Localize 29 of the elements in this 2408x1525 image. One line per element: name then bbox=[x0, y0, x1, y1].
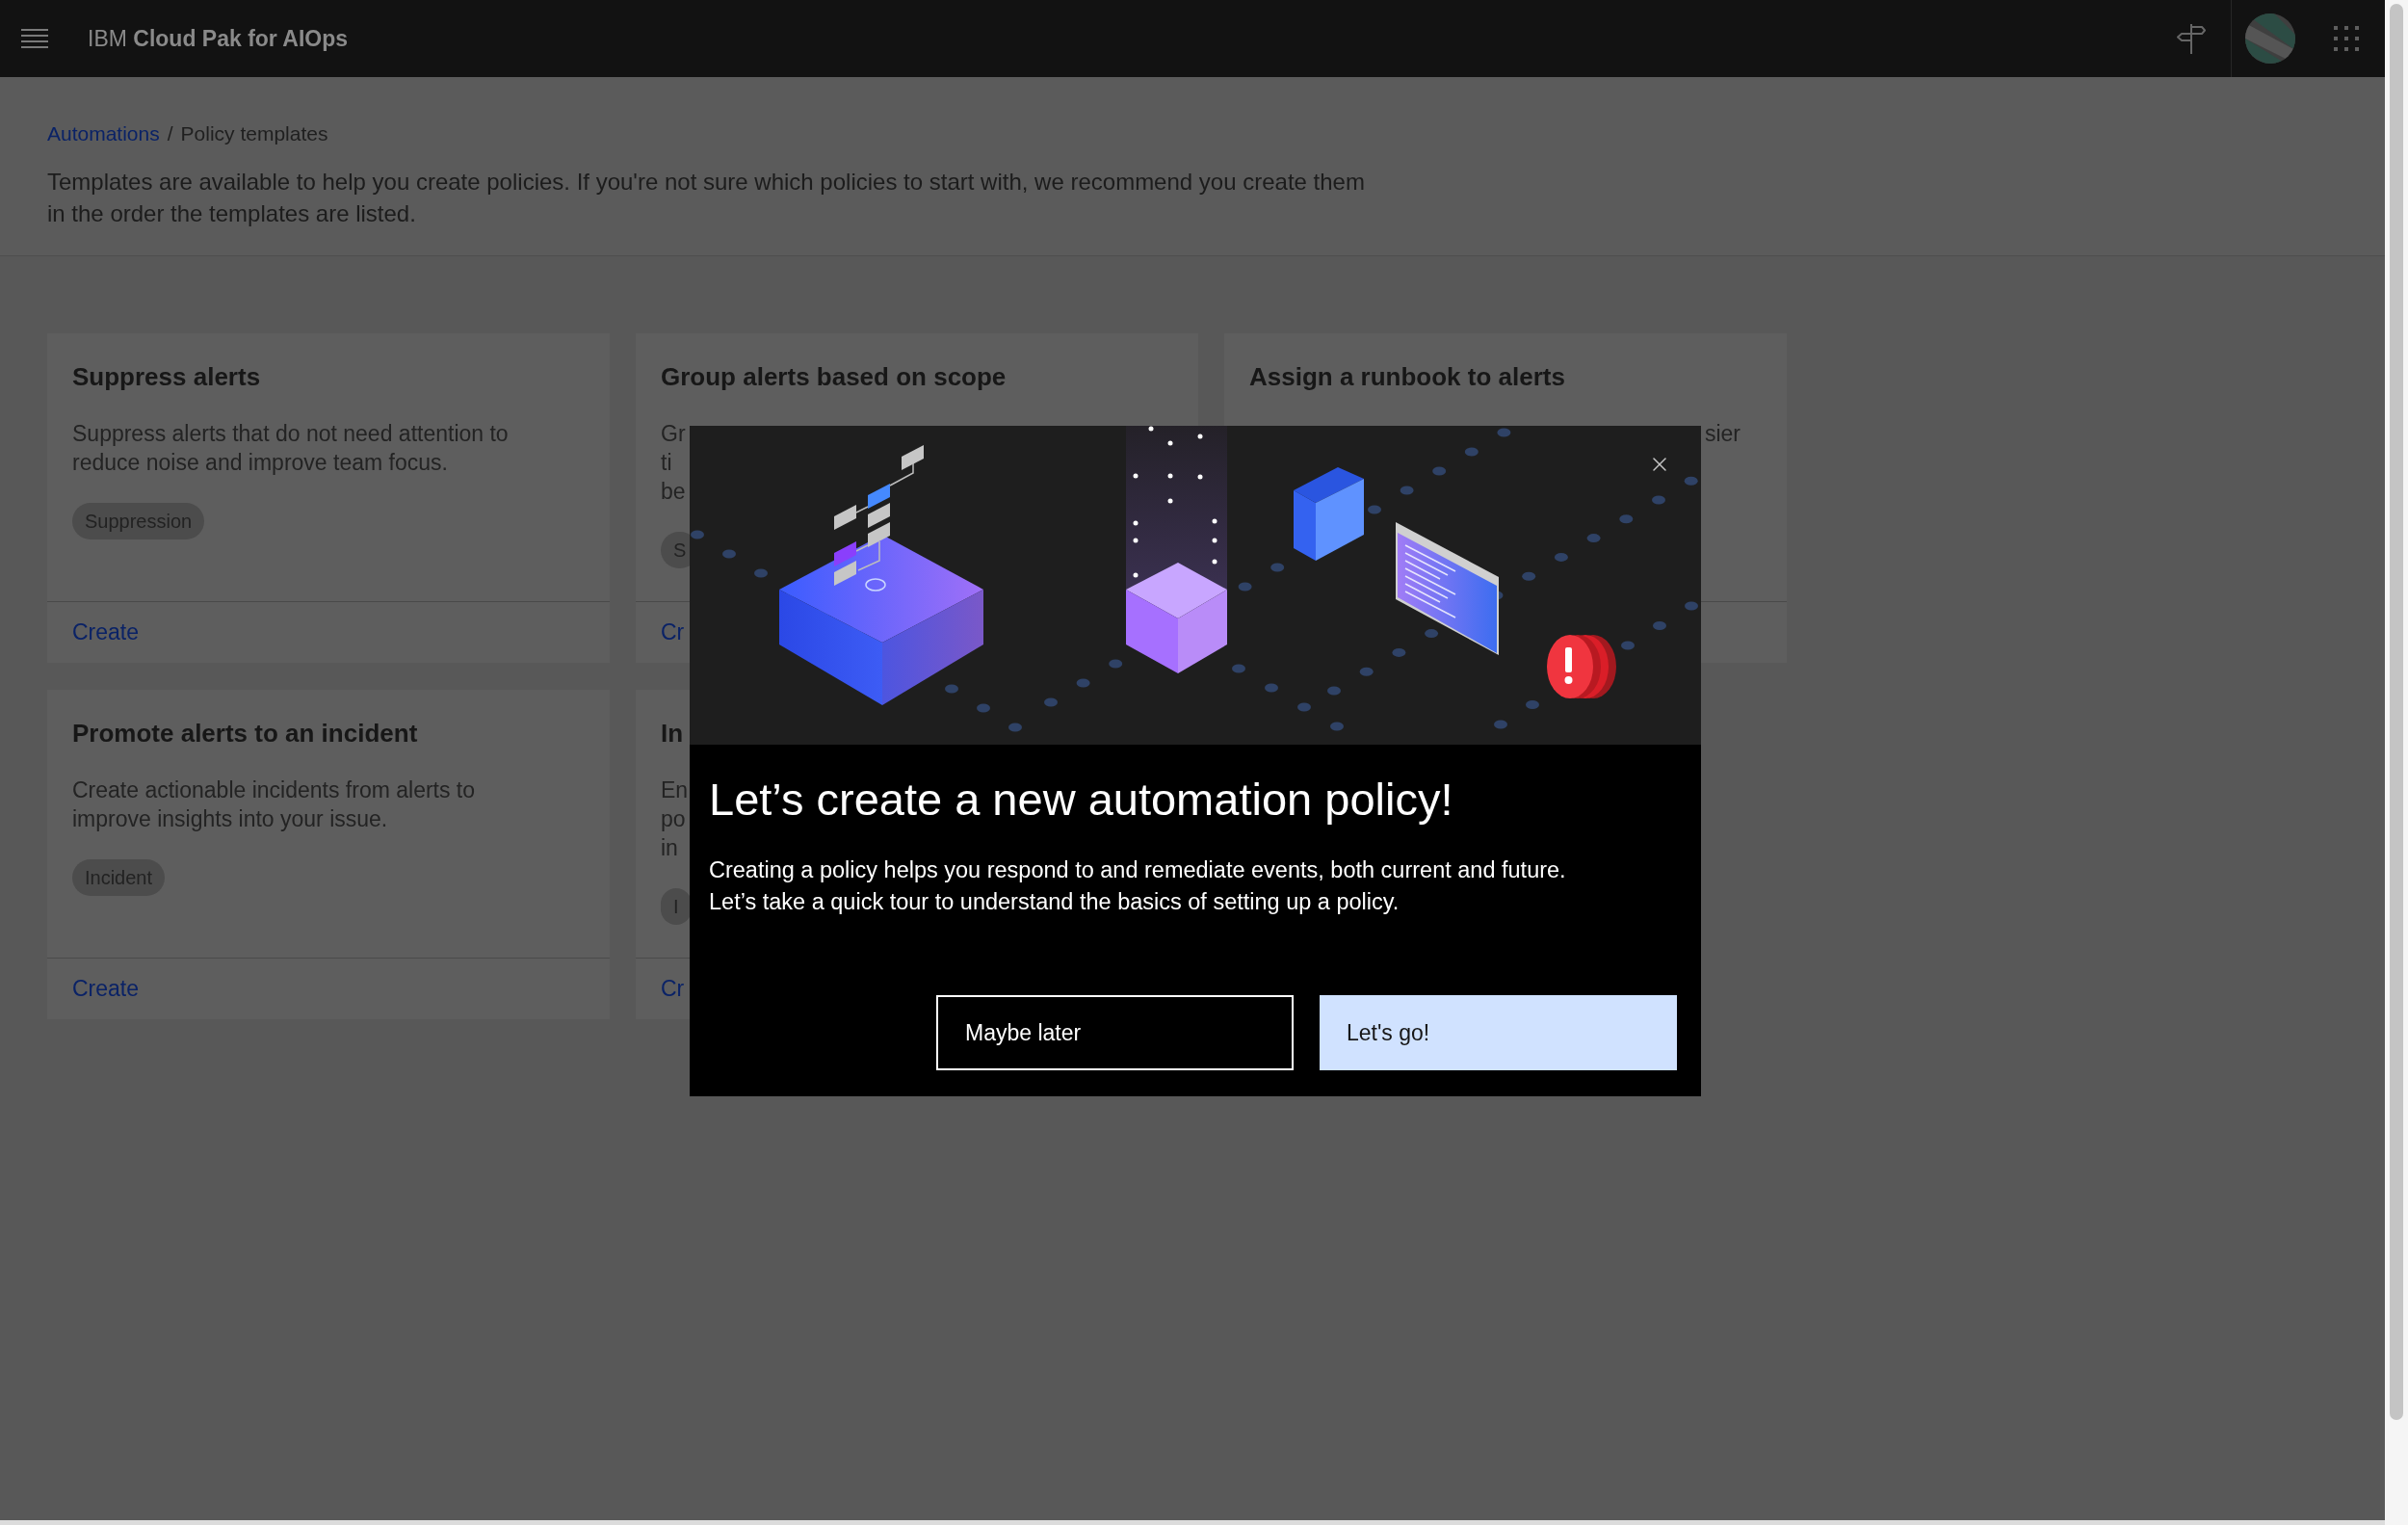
card-title: Suppress alerts bbox=[72, 361, 261, 393]
dismiss-button[interactable]: Maybe later bbox=[936, 995, 1294, 1070]
alert-badge-icon bbox=[1547, 635, 1616, 698]
signpost-icon[interactable] bbox=[2177, 23, 2206, 54]
start-tour-button[interactable]: Let's go! bbox=[1320, 995, 1677, 1070]
scrollbar-thumb[interactable] bbox=[2390, 4, 2403, 1420]
create-link[interactable]: Cr bbox=[661, 616, 685, 649]
card-title: Group alerts based on scope bbox=[661, 361, 1007, 393]
dialog-body: Creating a policy helps you respond to and remediate events, both current and future. Let’s take a quick tour to understand the basics of setting up a policy. bbox=[709, 856, 1566, 916]
breadcrumb-link[interactable]: Automations bbox=[47, 120, 160, 147]
app-switcher-icon[interactable] bbox=[2334, 26, 2359, 51]
card-description: En po in bbox=[661, 776, 689, 862]
avatar-icon[interactable] bbox=[2244, 13, 2295, 64]
create-link[interactable]: Create bbox=[72, 972, 140, 1006]
card-description: Gr ti be bbox=[661, 420, 686, 506]
card-description: Create actionable incidents from alerts to improve insights into your issue. bbox=[72, 776, 476, 833]
product-name: IBM Cloud Pak for AIOps bbox=[88, 24, 349, 53]
page-description: Templates are available to help you create policies. If you're not sure which policies to start with, we recommend you create them in the order the templates are listed. bbox=[47, 168, 1366, 228]
create-link[interactable]: Create bbox=[72, 616, 140, 649]
dialog-title: Let’s create a new automation policy! bbox=[709, 773, 1453, 827]
breadcrumb-separator: / bbox=[167, 121, 173, 146]
card-description: Suppress alerts that do not need attention to reduce noise and improve team focus. bbox=[72, 420, 509, 477]
create-link[interactable]: Cr bbox=[661, 972, 685, 1006]
card-title: Assign a runbook to alerts bbox=[1249, 361, 1565, 393]
menu-icon[interactable] bbox=[21, 28, 48, 49]
breadcrumb-current: Policy templates bbox=[180, 121, 328, 146]
card-description: sier bbox=[1704, 420, 1741, 448]
card-title: In bbox=[661, 718, 684, 749]
card-title: Promote alerts to an incident bbox=[72, 718, 418, 749]
